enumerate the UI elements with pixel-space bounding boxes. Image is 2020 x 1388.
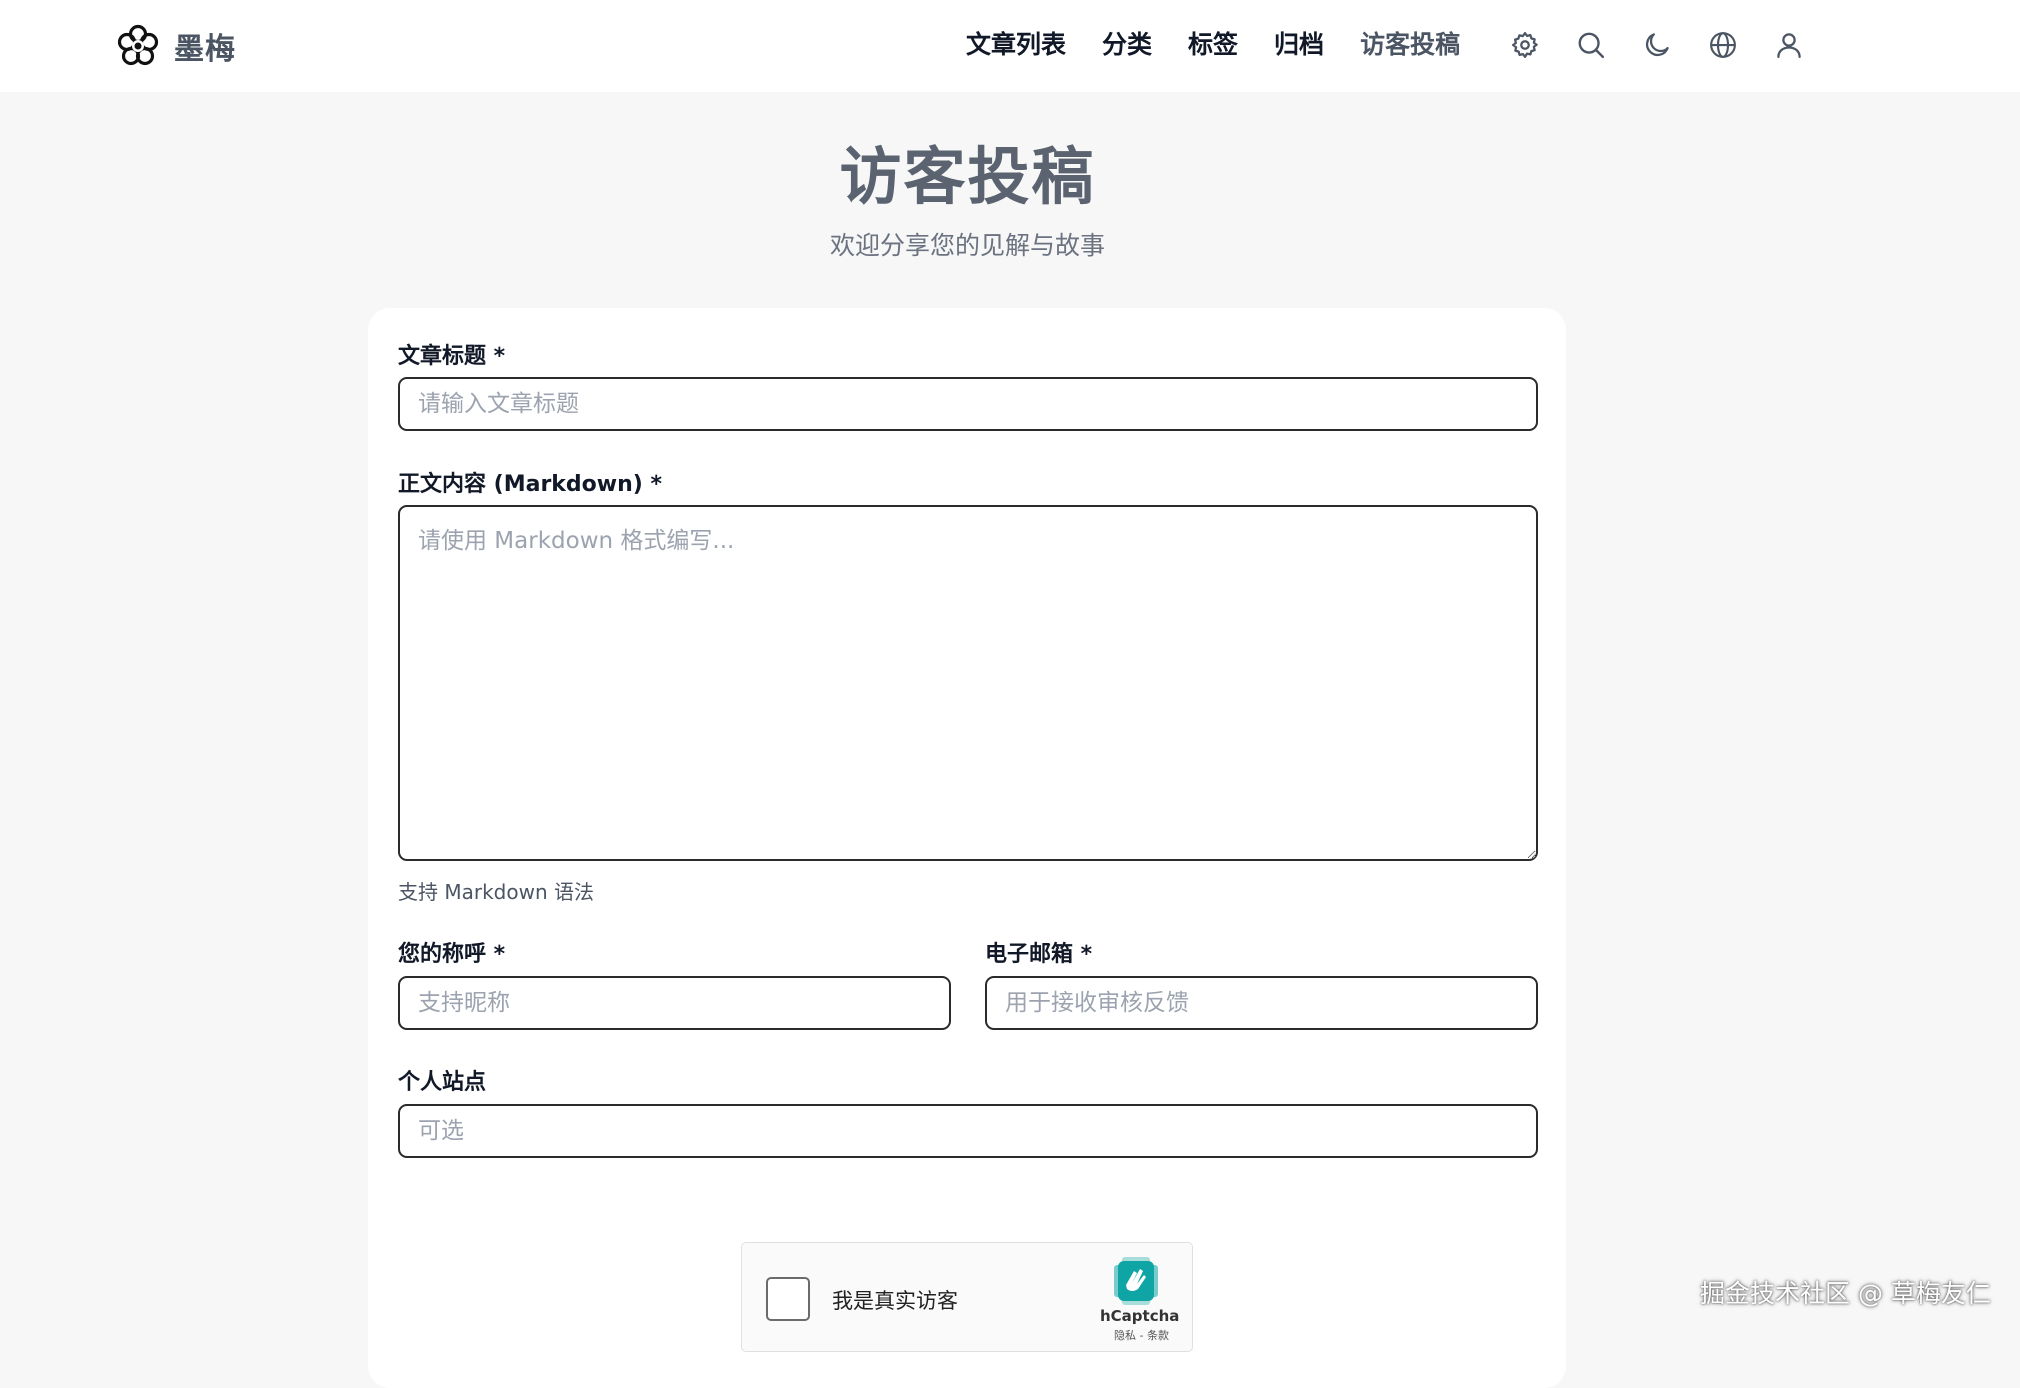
email-label: 电子邮箱 * <box>985 942 1093 967</box>
nav-item-categories[interactable]: 分类 <box>1102 26 1152 64</box>
title-label: 文章标题 * <box>398 344 506 369</box>
hcaptcha-widget: 我是真实访客 hCaptcha 隐私 - 条款 <box>741 1242 1193 1352</box>
site-name: 墨梅 <box>174 32 236 67</box>
page-title: 访客投稿 <box>839 140 1096 213</box>
top-nav-bar: 墨梅 文章列表 分类 标签 归档 访客投稿 <box>0 0 2020 92</box>
title-input[interactable] <box>398 377 1538 431</box>
nav-item-articles[interactable]: 文章列表 <box>966 26 1066 64</box>
name-input[interactable] <box>398 976 951 1030</box>
submission-form-card: 文章标题 * 正文内容 (Markdown) * 支持 Markdown 语法 … <box>368 308 1566 1388</box>
user-icon[interactable] <box>1772 28 1806 62</box>
email-input[interactable] <box>985 976 1538 1030</box>
search-icon[interactable] <box>1574 28 1608 62</box>
nav-item-guest-post[interactable]: 访客投稿 <box>1360 26 1460 64</box>
gear-icon[interactable] <box>1508 28 1542 62</box>
hcaptcha-logo-icon <box>1114 1257 1158 1305</box>
name-label: 您的称呼 * <box>398 942 506 967</box>
nav-item-archive[interactable]: 归档 <box>1274 26 1324 64</box>
content-label: 正文内容 (Markdown) * <box>398 472 663 497</box>
main-nav: 文章列表 分类 标签 归档 访客投稿 <box>966 26 1496 64</box>
markdown-hint: 支持 Markdown 语法 <box>398 880 594 904</box>
header-actions <box>1508 28 1806 62</box>
captcha-brand: hCaptcha <box>1100 1307 1180 1325</box>
site-logo[interactable]: 墨梅 <box>116 24 236 68</box>
plum-blossom-logo-icon <box>117 24 159 66</box>
captcha-checkbox[interactable] <box>766 1277 810 1321</box>
captcha-label: 我是真实访客 <box>832 1289 958 1313</box>
page-subtitle: 欢迎分享您的见解与故事 <box>829 231 1105 260</box>
nav-item-tags[interactable]: 标签 <box>1188 26 1238 64</box>
globe-icon[interactable] <box>1706 28 1740 62</box>
content-textarea[interactable] <box>398 505 1538 861</box>
website-input[interactable] <box>398 1104 1538 1158</box>
captcha-terms-link[interactable]: 隐私 - 条款 <box>1114 1327 1169 1343</box>
watermark: 掘金技术社区 @ 草梅友仁 <box>1700 1279 1991 1308</box>
moon-icon[interactable] <box>1640 28 1674 62</box>
website-label: 个人站点 <box>398 1070 487 1095</box>
